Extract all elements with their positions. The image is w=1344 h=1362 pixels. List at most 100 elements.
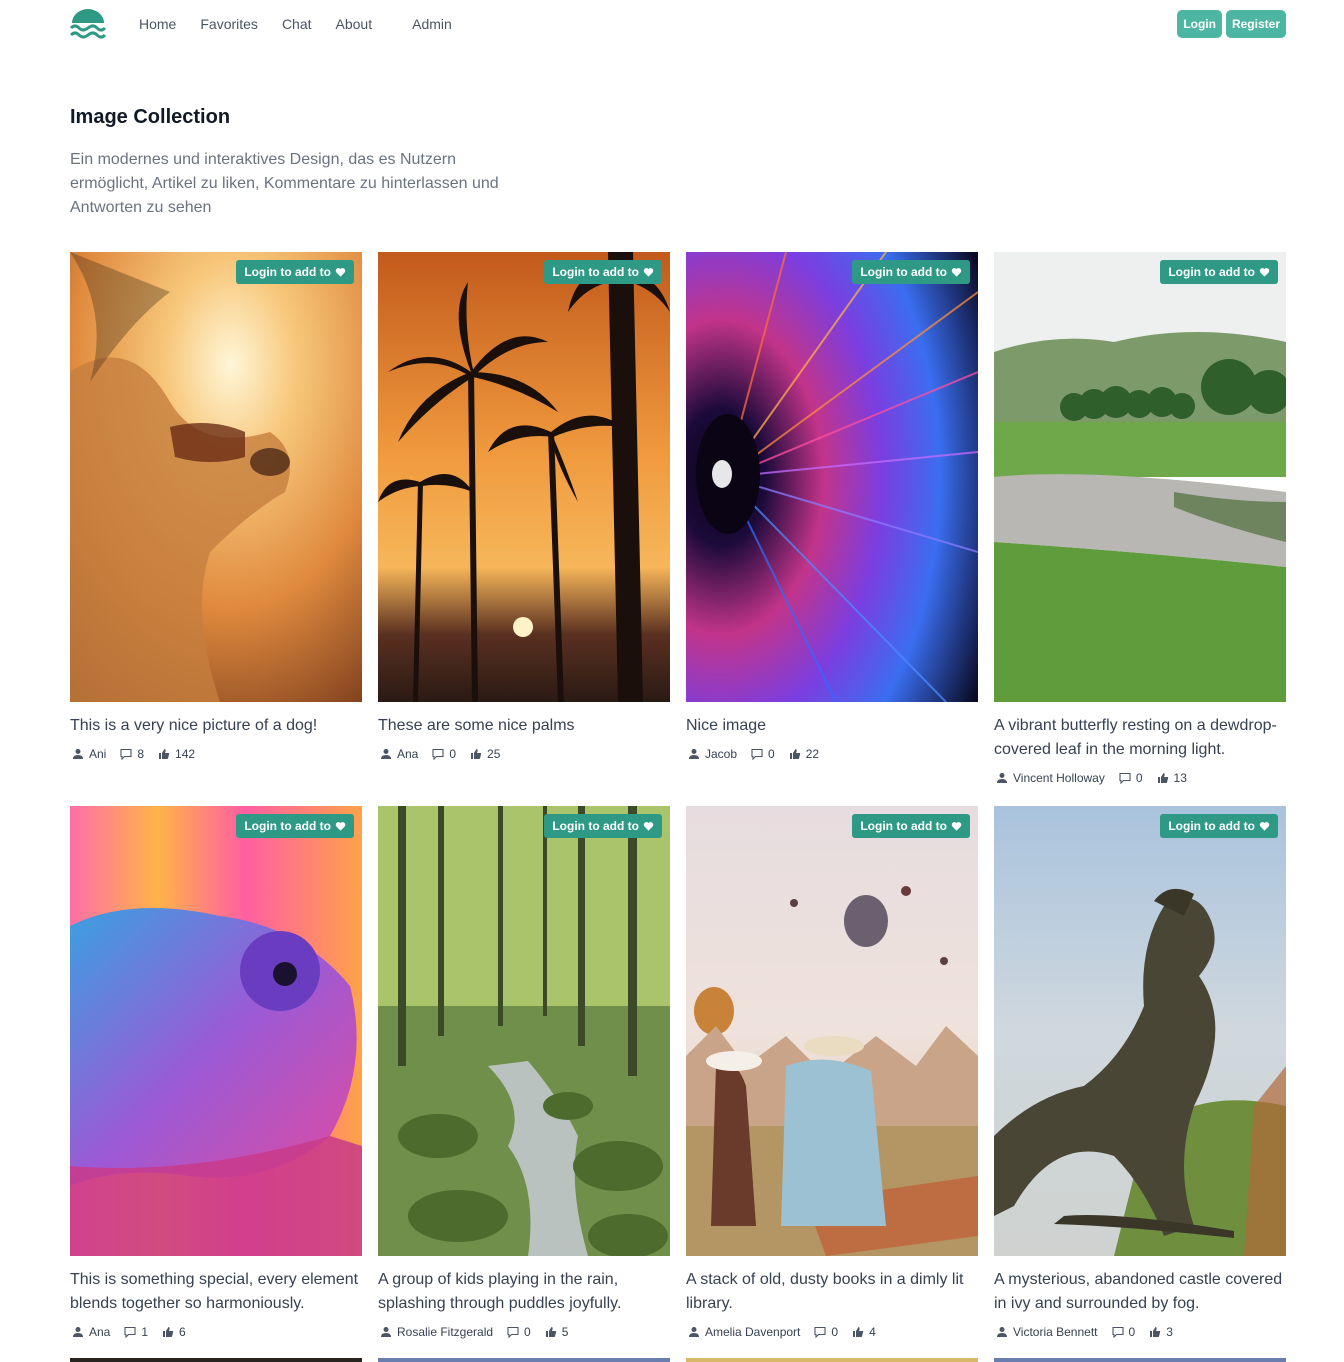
card-comment-count: 1: [141, 1325, 149, 1339]
nav-chat[interactable]: Chat: [282, 16, 312, 32]
card-like-count: 6: [179, 1325, 186, 1339]
thumbs-up-icon[interactable]: [470, 748, 482, 760]
favorite-button[interactable]: Login to add to: [852, 814, 970, 838]
comment-icon: [814, 1326, 826, 1338]
comment-icon: [751, 748, 763, 760]
card-image[interactable]: Login to add to: [378, 252, 670, 702]
user-icon: [381, 1327, 391, 1337]
heart-icon: [643, 267, 654, 277]
card-image[interactable]: Login to add to: [686, 806, 978, 1256]
card-author[interactable]: Vincent Holloway: [1013, 771, 1105, 785]
heart-icon: [643, 821, 654, 831]
card-caption: Nice image: [686, 717, 767, 734]
card-author[interactable]: Jacob: [705, 747, 737, 761]
heart-icon: [335, 267, 346, 277]
card-image[interactable]: Login to add to: [686, 252, 978, 702]
login-button[interactable]: Login: [1177, 10, 1222, 38]
card-author[interactable]: Ana: [397, 747, 418, 761]
image-card[interactable]: Login to add to A vibrant butterfly rest…: [994, 252, 1286, 806]
card-author[interactable]: Victoria Bennett: [1013, 1325, 1098, 1339]
favorite-button[interactable]: Login to add to: [1160, 814, 1278, 838]
image-card[interactable]: Login to add to A group of kids playing …: [378, 806, 670, 1360]
heart-icon: [1259, 821, 1270, 831]
card-caption: A vibrant butterfly resting on a dewdrop…: [994, 717, 1277, 758]
card-caption: This is something special, every element…: [70, 1271, 359, 1312]
heart-icon: [951, 267, 962, 277]
favorite-button[interactable]: Login to add to: [236, 814, 354, 838]
thumbs-up-icon[interactable]: [158, 748, 170, 760]
top-navbar: Home Favorites Chat About Admin Login Re…: [0, 0, 1344, 48]
card-meta: Ana 0 25: [378, 746, 670, 762]
card-caption: A group of kids playing in the rain, spl…: [378, 1271, 622, 1312]
card-meta: Jacob 0 22: [686, 746, 978, 762]
card-author[interactable]: Amelia Davenport: [705, 1325, 800, 1339]
next-row-image-peek: [70, 1358, 362, 1362]
nav-admin[interactable]: Admin: [412, 16, 452, 32]
image-card[interactable]: Login to add to A mysterious, abandoned …: [994, 806, 1286, 1360]
favorite-button[interactable]: Login to add to: [544, 814, 662, 838]
card-image[interactable]: Login to add to: [994, 252, 1286, 702]
card-meta: Ani 8 142: [70, 746, 362, 762]
card-meta: Victoria Bennett 0 3: [994, 1324, 1286, 1340]
card-meta: Vincent Holloway 0 13: [994, 770, 1286, 786]
nav-favorites[interactable]: Favorites: [200, 16, 258, 32]
card-meta: Amelia Davenport 0 4: [686, 1324, 978, 1340]
thumbs-up-icon[interactable]: [789, 748, 801, 760]
favorite-button[interactable]: Login to add to: [1160, 260, 1278, 284]
image-grid: Login to add to This is a very nice pict…: [70, 252, 1286, 1360]
image-card[interactable]: Login to add to This is a very nice pict…: [70, 252, 362, 806]
heart-icon: [951, 821, 962, 831]
favorite-label: Login to add to: [860, 265, 947, 279]
nav-about[interactable]: About: [336, 16, 373, 32]
card-meta: Rosalie Fitzgerald 0 5: [378, 1324, 670, 1340]
image-card[interactable]: Login to add to A stack of old, dusty bo…: [686, 806, 978, 1360]
card-author[interactable]: Ana: [89, 1325, 110, 1339]
card-image[interactable]: Login to add to: [378, 806, 670, 1256]
card-meta: Ana 1 6: [70, 1324, 362, 1340]
image-card[interactable]: Login to add to Nice image Jacob 0 22: [686, 252, 978, 806]
card-like-count: 142: [175, 747, 196, 761]
favorite-label: Login to add to: [860, 819, 947, 833]
card-comment-count: 0: [768, 747, 775, 761]
card-image[interactable]: Login to add to: [70, 806, 362, 1256]
favorite-label: Login to add to: [1168, 819, 1255, 833]
thumbs-up-icon[interactable]: [545, 1326, 557, 1338]
page-title: Image Collection: [70, 106, 231, 128]
user-icon: [73, 1327, 83, 1337]
user-icon: [997, 773, 1007, 783]
card-image[interactable]: Login to add to: [994, 806, 1286, 1256]
heart-icon: [1259, 267, 1270, 277]
comment-icon: [1111, 1326, 1124, 1338]
favorite-button[interactable]: Login to add to: [852, 260, 970, 284]
favorite-button[interactable]: Login to add to: [544, 260, 662, 284]
thumbs-up-icon[interactable]: [162, 1326, 174, 1338]
favorite-button[interactable]: Login to add to: [236, 260, 354, 284]
image-card[interactable]: Login to add to These are some nice palm…: [378, 252, 670, 806]
card-like-count: 5: [561, 1325, 569, 1339]
user-icon: [73, 749, 83, 759]
heart-icon: [335, 821, 346, 831]
favorite-label: Login to add to: [244, 819, 331, 833]
thumbs-up-icon[interactable]: [852, 1326, 864, 1338]
nav-home[interactable]: Home: [139, 16, 176, 32]
wave-logo-icon[interactable]: [70, 8, 106, 40]
favorite-label: Login to add to: [552, 819, 639, 833]
thumbs-up-icon[interactable]: [1149, 1326, 1161, 1338]
image-card[interactable]: Login to add to This is something specia…: [70, 806, 362, 1360]
card-like-count: 13: [1173, 771, 1187, 785]
card-comment-count: 0: [831, 1325, 839, 1339]
card-author[interactable]: Ani: [89, 747, 106, 761]
card-caption: A stack of old, dusty books in a dimly l…: [686, 1271, 964, 1312]
thumbs-up-icon[interactable]: [1157, 772, 1169, 784]
card-caption: This is a very nice picture of a dog!: [70, 717, 318, 734]
card-author[interactable]: Rosalie Fitzgerald: [397, 1325, 493, 1339]
card-comment-count: 0: [1128, 1325, 1136, 1339]
card-image[interactable]: Login to add to: [70, 252, 362, 702]
register-button[interactable]: Register: [1225, 10, 1286, 38]
favorite-label: Login to add to: [244, 265, 331, 279]
comment-icon: [432, 748, 444, 760]
user-icon: [997, 1327, 1007, 1337]
main-nav: Home Favorites Chat About Admin: [139, 16, 476, 32]
card-caption: A mysterious, abandoned castle covered i…: [994, 1271, 1283, 1312]
next-row-image-peek: [686, 1358, 978, 1362]
